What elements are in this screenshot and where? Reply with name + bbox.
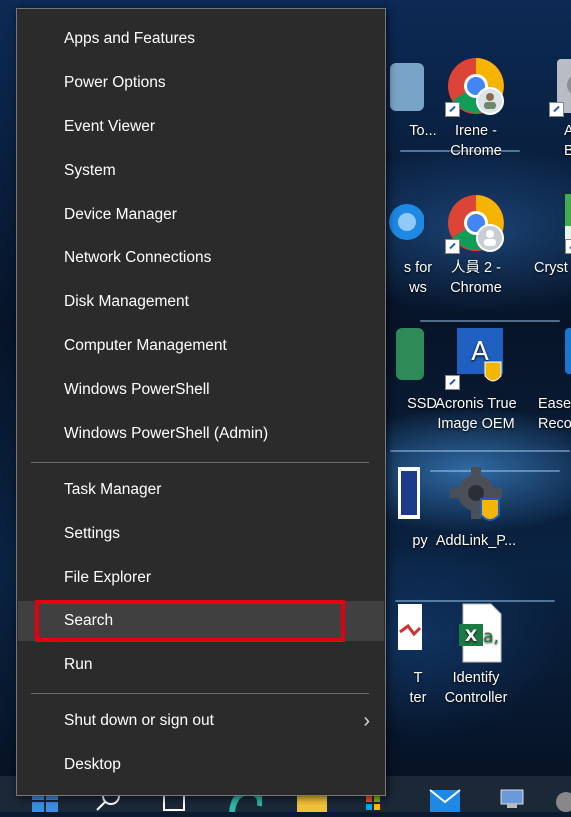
app-icon xyxy=(537,192,571,254)
menu-item-label: Power Options xyxy=(64,74,166,91)
desktop-icon-label: 人員 2 - Chrome xyxy=(450,260,502,296)
menu-item-label: Desktop xyxy=(64,756,121,773)
menu-separator xyxy=(31,462,369,463)
desktop-icon-addlink[interactable]: AddLink_P... xyxy=(428,465,524,551)
disk-icon xyxy=(537,55,571,117)
menu-item-settings[interactable]: Settings xyxy=(18,514,384,554)
menu-item-label: Device Manager xyxy=(64,206,177,223)
wallpaper-streak xyxy=(420,320,560,322)
svg-text:a,: a, xyxy=(483,627,499,647)
desktop-icon-crystal[interactable]: Cryst xyxy=(520,192,571,278)
gear-icon xyxy=(445,465,507,527)
network-computer-icon[interactable] xyxy=(495,784,529,817)
menu-item-power-options[interactable]: Power Options xyxy=(18,63,384,103)
menu-item-label: Shut down or sign out xyxy=(64,712,214,729)
menu-item-label: Computer Management xyxy=(64,337,227,354)
menu-item-label: Event Viewer xyxy=(64,118,156,135)
menu-item-task-manager[interactable]: Task Manager xyxy=(18,470,384,510)
menu-item-windows-powershell[interactable]: Windows PowerShell xyxy=(18,370,384,410)
desktop-icon-label: Cryst xyxy=(534,260,568,276)
menu-separator xyxy=(31,693,369,694)
desktop-icon-identify-controller[interactable]: X a, Identify Controller xyxy=(428,602,524,708)
shortcut-arrow-icon xyxy=(549,102,564,117)
chrome-icon xyxy=(445,55,507,117)
menu-item-label: System xyxy=(64,162,116,179)
menu-item-label: Run xyxy=(64,656,93,673)
chrome-icon xyxy=(445,192,507,254)
desktop-icon-label: AddLink_P... xyxy=(435,533,517,549)
menu-item-label: Windows PowerShell xyxy=(64,381,210,398)
menu-item-network-connections[interactable]: Network Connections xyxy=(18,238,384,278)
desktop-icon-asbench[interactable]: AS Benc xyxy=(520,55,571,161)
menu-item-disk-management[interactable]: Disk Management xyxy=(18,282,384,322)
menu-item-system[interactable]: System xyxy=(18,151,384,191)
desktop-icon-label: Identify Controller xyxy=(444,670,508,706)
menu-item-label: Task Manager xyxy=(64,481,162,498)
excel-file-icon: X a, xyxy=(445,602,507,664)
tray-app-icon[interactable] xyxy=(552,784,571,817)
menu-item-file-explorer[interactable]: File Explorer xyxy=(18,558,384,598)
menu-item-label: Network Connections xyxy=(64,249,212,266)
shortcut-arrow-icon xyxy=(445,375,460,390)
desktop-icon-easeus[interactable]: Ease Reco xyxy=(520,328,571,434)
menu-item-computer-management[interactable]: Computer Management xyxy=(18,326,384,366)
desktop-icon-chrome-person2[interactable]: 人員 2 - Chrome xyxy=(428,192,524,298)
app-icon xyxy=(537,328,571,390)
desktop-icon-label: AS Benc xyxy=(564,123,571,159)
menu-item-windows-powershell-admin[interactable]: Windows PowerShell (Admin) xyxy=(18,414,384,454)
menu-item-label: Disk Management xyxy=(64,293,189,310)
desktop-icon-label: Ease Reco xyxy=(538,396,571,432)
winx-context-menu: Apps and Features Power Options Event Vi… xyxy=(16,8,386,796)
svg-text:X: X xyxy=(465,626,478,645)
wallpaper-streak xyxy=(390,450,570,452)
search-highlight-box xyxy=(35,600,345,642)
menu-item-desktop[interactable]: Desktop xyxy=(18,745,384,785)
shortcut-arrow-icon xyxy=(565,239,571,254)
shortcut-arrow-icon xyxy=(445,102,460,117)
menu-item-label: Apps and Features xyxy=(64,30,195,47)
menu-item-label: File Explorer xyxy=(64,569,151,586)
menu-item-label: Windows PowerShell (Admin) xyxy=(64,425,269,442)
menu-item-run[interactable]: Run xyxy=(18,645,384,685)
acronis-icon: A xyxy=(445,328,507,390)
menu-item-event-viewer[interactable]: Event Viewer xyxy=(18,107,384,147)
desktop-icon-acronis[interactable]: A Acronis True Image OEM xyxy=(428,328,524,434)
menu-item-apps-and-features[interactable]: Apps and Features xyxy=(18,19,384,59)
shortcut-arrow-icon xyxy=(445,239,460,254)
chevron-right-icon: › xyxy=(363,710,370,732)
desktop-icon-irene-chrome[interactable]: Irene - Chrome xyxy=(428,55,524,161)
menu-item-label: Settings xyxy=(64,525,121,542)
menu-item-device-manager[interactable]: Device Manager xyxy=(18,195,384,235)
mail-icon[interactable] xyxy=(428,784,462,817)
menu-item-shut-down-or-sign-out[interactable]: Shut down or sign out › xyxy=(18,701,384,741)
desktop-icon-label: Irene - Chrome xyxy=(450,123,502,159)
desktop-icon-label: Acronis True Image OEM xyxy=(435,396,517,432)
